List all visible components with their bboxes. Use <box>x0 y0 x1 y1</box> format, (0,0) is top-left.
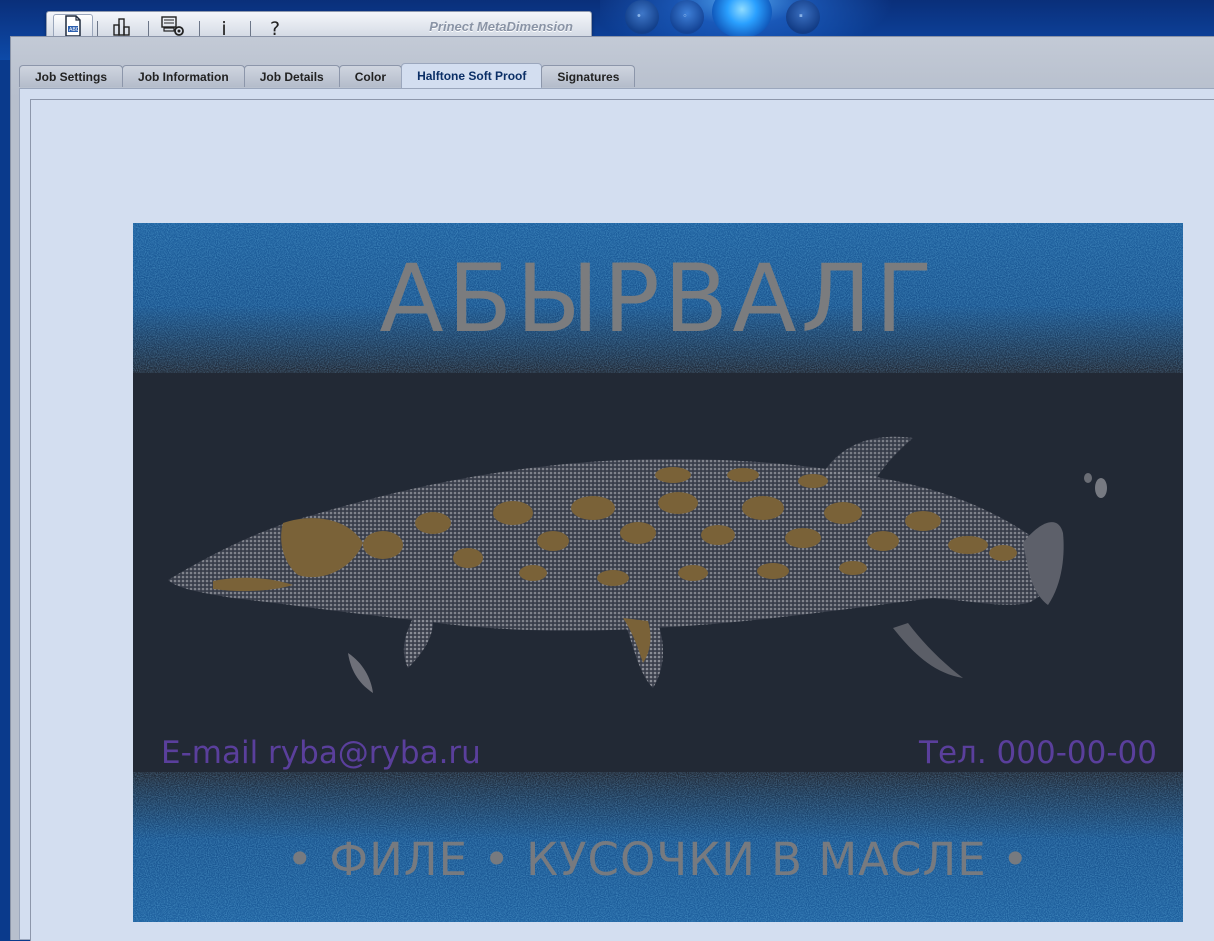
brand-logo: Prinect MetaDimension <box>429 19 573 34</box>
proof-tagline: • ФИЛЕ • КУСОЧКИ В МАСЛЕ • <box>286 833 1030 886</box>
fish-illustration <box>168 436 1107 693</box>
toolbar-separator <box>97 21 98 37</box>
tab-job-details[interactable]: Job Details <box>243 65 340 87</box>
nav-orb-2-icon[interactable]: ◦ <box>670 0 704 34</box>
toolbar-separator <box>199 21 200 37</box>
tab-job-information[interactable]: Job Information <box>122 65 245 87</box>
tab-color[interactable]: Color <box>338 65 403 87</box>
svg-text:ABC: ABC <box>69 27 80 33</box>
tab-bar: Job Settings Job Information Job Details… <box>19 63 636 88</box>
nav-orb-4-icon[interactable]: ▪ <box>786 0 820 34</box>
proof-email: E-mail ryba@ryba.ru <box>161 735 481 771</box>
toolbar-separator <box>148 21 149 37</box>
tab-halftone-soft-proof[interactable]: Halftone Soft Proof <box>401 63 543 88</box>
toolbar-separator <box>250 21 251 37</box>
proof-phone: Тел. 000-00-00 <box>919 735 1157 771</box>
halftone-proof-image: АБЫРВАЛГ E-mail ryba@ryba.ru Тел. 000-00… <box>133 223 1183 922</box>
nav-orb-1-icon[interactable]: • <box>625 0 659 34</box>
tab-signatures[interactable]: Signatures <box>541 65 636 87</box>
tab-job-settings[interactable]: Job Settings <box>19 65 124 87</box>
